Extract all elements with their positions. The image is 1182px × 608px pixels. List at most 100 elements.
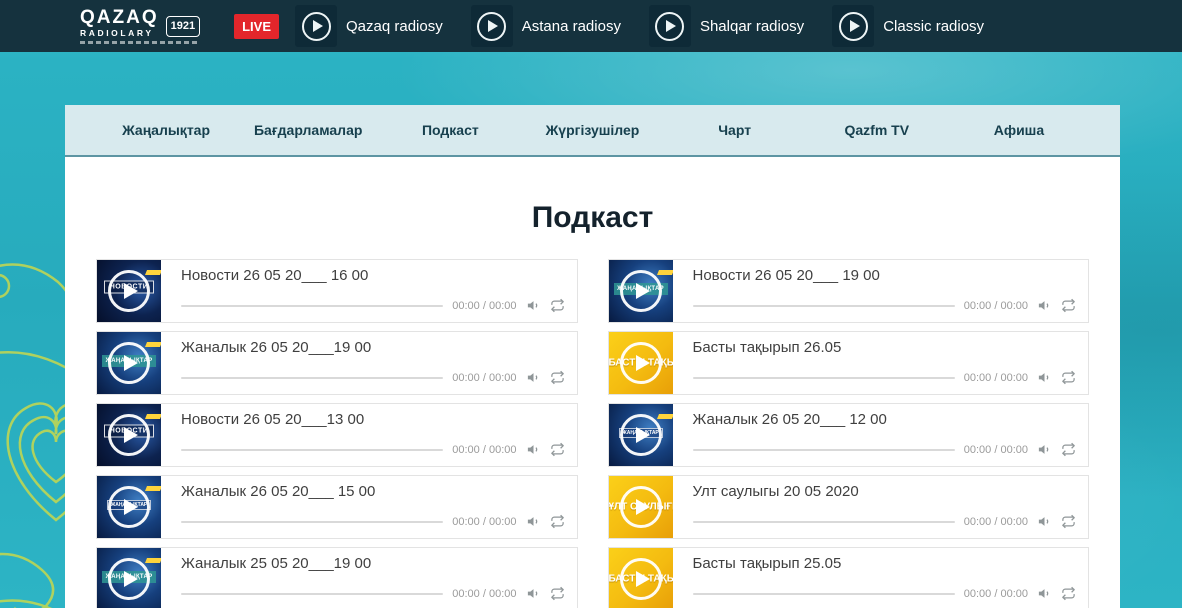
repeat-icon[interactable] — [1061, 442, 1076, 457]
play-icon — [108, 342, 150, 384]
station-label: Shalqar radiosy — [700, 18, 804, 35]
main-nav: Жаңалықтар Бағдарламалар Подкаст Жүргізу… — [65, 105, 1120, 157]
seek-bar[interactable] — [693, 521, 955, 523]
nav-item-podkast[interactable]: Подкаст — [379, 122, 521, 138]
podcast-title: Жаналык 26 05 20___ 12 00 — [693, 411, 1077, 428]
time-display: 00:00 / 00:00 — [452, 444, 516, 456]
audio-player: 00:00 / 00:00 — [693, 298, 1077, 313]
play-circle-icon — [649, 5, 691, 47]
logo-tagline — [80, 41, 198, 44]
podcast-thumbnail[interactable]: НОВОСТИ — [97, 260, 161, 322]
podcast-column-left: НОВОСТИ Новости 26 05 20___ 16 00 00:00 … — [96, 259, 578, 608]
station-shalqar-radiosy[interactable]: Shalqar radiosy — [649, 5, 804, 47]
nav-item-zhurgizushiler[interactable]: Жүргізушілер — [521, 122, 663, 138]
podcast-item: ЖАҢАЛЫҚТАР Жаналык 25 05 20___19 00 00:0… — [96, 547, 578, 608]
seek-bar[interactable] — [181, 449, 443, 451]
repeat-icon[interactable] — [550, 514, 565, 529]
play-circle-icon — [471, 5, 513, 47]
podcast-thumbnail[interactable]: ЖАҢАЛЫҚТАР — [609, 260, 673, 322]
logo-name-line2: RADIOLARY — [80, 29, 159, 38]
repeat-icon[interactable] — [1061, 370, 1076, 385]
play-icon — [620, 342, 662, 384]
speaker-icon[interactable] — [1037, 442, 1052, 457]
audio-player: 00:00 / 00:00 — [181, 586, 565, 601]
podcast-item: НОВОСТИ Новости 26 05 20___13 00 00:00 /… — [96, 403, 578, 467]
site-logo[interactable]: QAZAQ RADIOLARY 1921 — [80, 8, 200, 45]
play-circle-icon — [832, 5, 874, 47]
podcast-title: Улт саулыгы 20 05 2020 — [693, 483, 1077, 500]
repeat-icon[interactable] — [550, 370, 565, 385]
podcast-thumbnail[interactable]: ЖАҢАЛЫҚТАР — [97, 476, 161, 538]
audio-player: 00:00 / 00:00 — [181, 370, 565, 385]
nav-item-qazfm-tv[interactable]: Qazfm TV — [806, 122, 948, 138]
station-links: Qazaq radiosy Astana radiosy Shalqar rad… — [295, 5, 984, 47]
audio-player: 00:00 / 00:00 — [693, 586, 1077, 601]
nav-item-afisha[interactable]: Афиша — [948, 122, 1090, 138]
play-icon — [108, 414, 150, 456]
podcast-grid: НОВОСТИ Новости 26 05 20___ 16 00 00:00 … — [65, 259, 1120, 608]
station-label: Qazaq radiosy — [346, 18, 443, 35]
seek-bar[interactable] — [181, 521, 443, 523]
podcast-item: НОВОСТИ Новости 26 05 20___ 16 00 00:00 … — [96, 259, 578, 323]
speaker-icon[interactable] — [1037, 370, 1052, 385]
seek-bar[interactable] — [693, 305, 955, 307]
podcast-title: Новости 26 05 20___13 00 — [181, 411, 565, 428]
podcast-thumbnail[interactable]: ҰЛТ САУЛЫҒЫ — [609, 476, 673, 538]
speaker-icon[interactable] — [1037, 514, 1052, 529]
seek-bar[interactable] — [181, 593, 443, 595]
time-display: 00:00 / 00:00 — [964, 444, 1028, 456]
podcast-thumbnail[interactable]: ЖАҢАЛЫҚТАР — [97, 332, 161, 394]
podcast-item: ЖАҢАЛЫҚТАР Новости 26 05 20___ 19 00 00:… — [608, 259, 1090, 323]
nav-item-zhanalyqtar[interactable]: Жаңалықтар — [95, 122, 237, 138]
time-display: 00:00 / 00:00 — [964, 372, 1028, 384]
time-display: 00:00 / 00:00 — [452, 588, 516, 600]
station-label: Astana radiosy — [522, 18, 621, 35]
time-display: 00:00 / 00:00 — [452, 516, 516, 528]
repeat-icon[interactable] — [550, 298, 565, 313]
seek-bar[interactable] — [693, 449, 955, 451]
speaker-icon[interactable] — [526, 370, 541, 385]
podcast-thumbnail[interactable]: НОВОСТИ — [97, 404, 161, 466]
speaker-icon[interactable] — [526, 298, 541, 313]
play-icon — [108, 270, 150, 312]
logo-year-badge: 1921 — [166, 16, 200, 37]
speaker-icon[interactable] — [526, 514, 541, 529]
podcast-item: ЖАҢАЛЫҚТАР Жаналык 26 05 20___ 15 00 00:… — [96, 475, 578, 539]
thumbnail-accent — [145, 342, 161, 347]
station-qazaq-radiosy[interactable]: Qazaq radiosy — [295, 5, 443, 47]
seek-bar[interactable] — [181, 377, 443, 379]
podcast-thumbnail[interactable]: ЖАҢАЛЫҚТАР — [609, 404, 673, 466]
station-astana-radiosy[interactable]: Astana radiosy — [471, 5, 621, 47]
podcast-thumbnail[interactable]: БАСТЫ ТАҚЫРЫП — [609, 548, 673, 608]
content-card: Жаңалықтар Бағдарламалар Подкаст Жүргізу… — [65, 105, 1120, 608]
time-display: 00:00 / 00:00 — [452, 300, 516, 312]
time-display: 00:00 / 00:00 — [964, 588, 1028, 600]
seek-bar[interactable] — [181, 305, 443, 307]
speaker-icon[interactable] — [1037, 586, 1052, 601]
repeat-icon[interactable] — [550, 586, 565, 601]
play-icon — [620, 558, 662, 600]
podcast-title: Новости 26 05 20___ 16 00 — [181, 267, 565, 284]
repeat-icon[interactable] — [1061, 514, 1076, 529]
podcast-item: ЖАҢАЛЫҚТАР Жаналык 26 05 20___ 12 00 00:… — [608, 403, 1090, 467]
seek-bar[interactable] — [693, 377, 955, 379]
thumbnail-accent — [145, 414, 161, 419]
repeat-icon[interactable] — [1061, 298, 1076, 313]
nav-item-bagdarlamalar[interactable]: Бағдарламалар — [237, 122, 379, 138]
podcast-title: Басты тақырып 25.05 — [693, 555, 1077, 572]
speaker-icon[interactable] — [526, 442, 541, 457]
podcast-thumbnail[interactable]: ЖАҢАЛЫҚТАР — [97, 548, 161, 608]
podcast-thumbnail[interactable]: БАСТЫ ТАҚЫРЫП — [609, 332, 673, 394]
live-badge[interactable]: LIVE — [234, 14, 279, 39]
repeat-icon[interactable] — [1061, 586, 1076, 601]
time-display: 00:00 / 00:00 — [964, 300, 1028, 312]
speaker-icon[interactable] — [526, 586, 541, 601]
seek-bar[interactable] — [693, 593, 955, 595]
podcast-title: Жаналык 26 05 20___ 15 00 — [181, 483, 565, 500]
speaker-icon[interactable] — [1037, 298, 1052, 313]
nav-item-chart[interactable]: Чарт — [664, 122, 806, 138]
station-classic-radiosy[interactable]: Classic radiosy — [832, 5, 984, 47]
audio-player: 00:00 / 00:00 — [693, 442, 1077, 457]
station-label: Classic radiosy — [883, 18, 984, 35]
repeat-icon[interactable] — [550, 442, 565, 457]
